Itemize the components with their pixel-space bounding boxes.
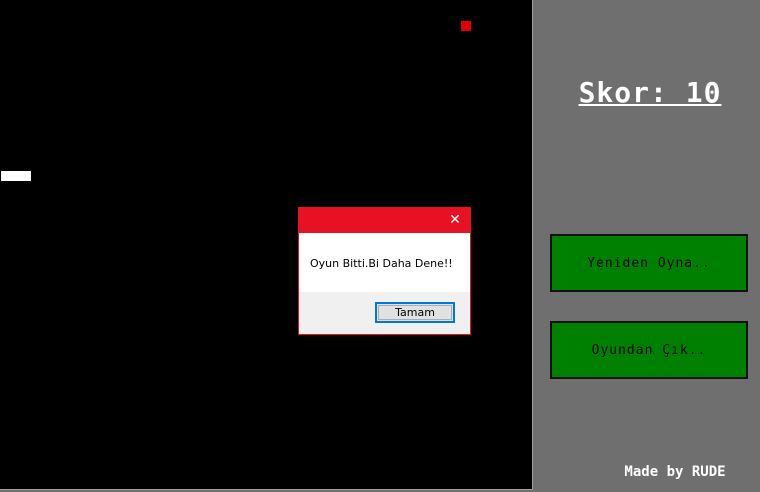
close-icon[interactable]: ✕ (444, 210, 466, 230)
ok-button-label: Tamam (395, 306, 435, 319)
quit-button-label: Oyundan Çık.. (591, 342, 707, 358)
food-pellet (461, 21, 471, 31)
restart-button[interactable]: Yeniden Oyna.. (550, 234, 748, 292)
game-over-dialog: ✕ Oyun Bitti.Bi Daha Dene!! Tamam (298, 207, 471, 335)
quit-button[interactable]: Oyundan Çık.. (550, 321, 748, 379)
dialog-message: Oyun Bitti.Bi Daha Dene!! (310, 257, 453, 270)
dialog-footer: Tamam (299, 292, 470, 334)
score-label: Skor: 10 (578, 76, 722, 109)
snake-body (1, 171, 31, 181)
dialog-titlebar: ✕ (299, 208, 470, 233)
ok-button[interactable]: Tamam (375, 302, 455, 323)
game-window: Skor: 10 Yeniden Oyna.. Oyundan Çık.. Ma… (0, 0, 760, 492)
restart-button-label: Yeniden Oyna.. (587, 255, 711, 271)
credit-label: Made by RUDE (624, 464, 726, 480)
